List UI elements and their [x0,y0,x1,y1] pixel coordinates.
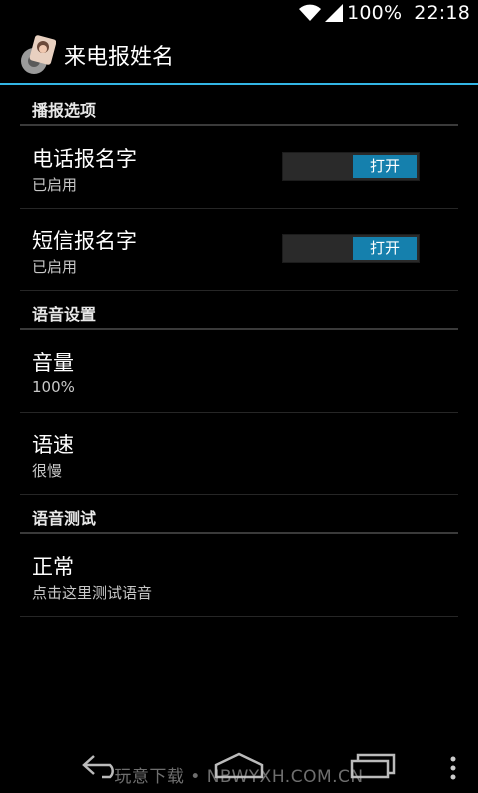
sms-announce-toggle[interactable]: 打开 [282,234,420,263]
pref-title: 短信报名字 [32,229,137,253]
section-header-test: 语音测试 [20,499,458,534]
toggle-on-label: 打开 [353,155,417,178]
pref-summary: 点击这里测试语音 [32,584,153,602]
status-bar-right: 100% 22:18 [299,0,470,25]
wifi-icon [299,4,322,21]
pref-title: 音量 [32,351,74,375]
signal-icon [325,3,344,22]
pref-call-announce-name[interactable]: 电话报名字 已启用 打开 [20,127,458,209]
pref-test-voice[interactable]: 正常 点击这里测试语音 [20,535,458,617]
section-title: 语音设置 [32,305,97,324]
section-title: 语音测试 [32,509,97,528]
watermark-text: 玩意下载 • NBWYXH.COM.CN [114,767,364,787]
section-header-broadcast: 播报选项 [20,91,458,126]
pref-speech-rate[interactable]: 语速 很慢 [20,413,458,495]
pref-volume[interactable]: 音量 100% [20,331,458,413]
status-bar: 100% 22:18 [0,0,478,25]
toggle-on-label: 打开 [353,237,417,260]
action-bar: 来电报姓名 [0,25,478,85]
app-avatar-icon[interactable] [16,35,56,75]
pref-sms-announce-name[interactable]: 短信报名字 已启用 打开 [20,209,458,291]
pref-summary: 已启用 [32,258,78,276]
section-header-voice: 语音设置 [20,295,458,330]
clock-time: 22:18 [414,1,470,24]
pref-summary: 很慢 [32,462,63,480]
pref-summary: 已启用 [32,176,78,194]
section-title: 播报选项 [32,101,97,120]
battery-percentage: 100% [347,1,403,24]
pref-title: 正常 [32,555,74,579]
pref-title: 语速 [32,433,74,457]
pref-summary: 100% [32,378,75,396]
app-title: 来电报姓名 [64,45,175,70]
pref-title: 电话报名字 [32,147,137,171]
call-announce-toggle[interactable]: 打开 [282,152,420,181]
